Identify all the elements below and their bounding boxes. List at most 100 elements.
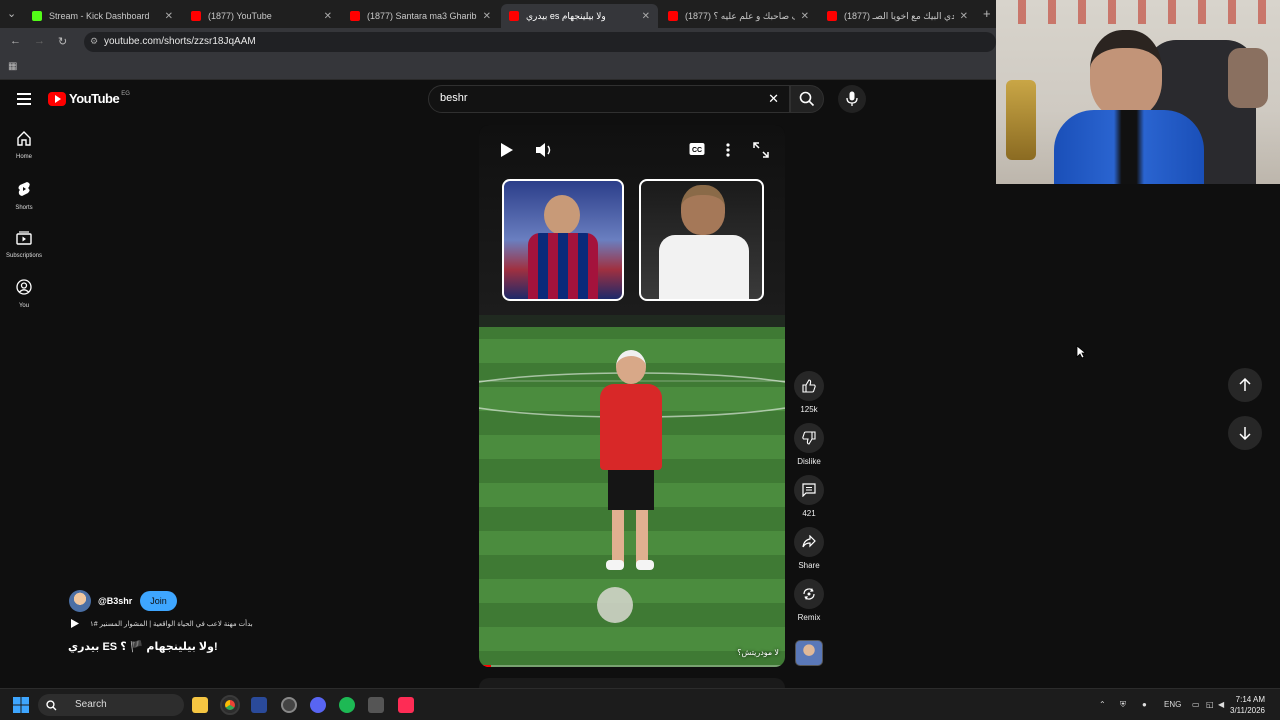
tab-title: (1877) تحدي البيك مع اخويا الصـ: [844, 10, 954, 21]
app-circle-icon[interactable]: [281, 697, 297, 713]
short-video-player[interactable]: CC لا مودريتش؟: [479, 125, 785, 667]
close-tab-icon[interactable]: ✕: [165, 11, 173, 22]
reload-icon[interactable]: ↻: [58, 35, 67, 48]
close-tab-icon[interactable]: ✕: [642, 11, 650, 22]
windows-start-icon[interactable]: [13, 697, 29, 713]
captions-button[interactable]: CC: [689, 142, 705, 161]
channel-handle[interactable]: @B3shr: [98, 596, 132, 606]
nav-home[interactable]: Home: [0, 131, 48, 160]
back-arrow-icon[interactable]: ←: [10, 35, 21, 47]
search-button[interactable]: [790, 85, 824, 113]
close-tab-icon[interactable]: ✕: [801, 11, 809, 22]
play-button[interactable]: [500, 142, 514, 163]
discord-icon[interactable]: [310, 697, 326, 713]
video-title: بيدري ES ولا بيلينجهام 🏴 ؟!: [68, 641, 218, 653]
share-button[interactable]: Share: [793, 527, 825, 570]
clock-time: 7:14 AM: [1235, 695, 1265, 704]
nav-you[interactable]: You: [0, 279, 48, 309]
tab-challenge[interactable]: (1877) تحدي البيك مع اخويا الصـ ✕: [819, 4, 976, 28]
nav-label: You: [18, 303, 30, 309]
more-vertical-icon: [726, 143, 730, 157]
clock-date: 3/11/2026: [1230, 706, 1265, 715]
search-icon: [46, 700, 57, 711]
clear-search-icon[interactable]: ✕: [768, 91, 779, 107]
volume-tray-icon[interactable]: ◀: [1218, 700, 1224, 709]
youtube-favicon-icon: [827, 11, 837, 21]
tab-shorts-active[interactable]: بيدري es ولا بيلينجهام ✕: [501, 4, 658, 28]
play-icon: [501, 143, 513, 157]
tray-overflow-icon[interactable]: ⌃: [1099, 700, 1106, 709]
fullscreen-button[interactable]: [753, 142, 769, 163]
input-language[interactable]: ENG: [1164, 700, 1181, 709]
system-clock[interactable]: 7:14 AM 3/11/2026: [1230, 694, 1265, 716]
like-button[interactable]: 125k: [793, 371, 825, 414]
you-icon: [16, 279, 32, 295]
next-short-preview[interactable]: [479, 678, 785, 688]
playlist-title: بدأت مهنة لاعب في الحياة الواقعية | المش…: [90, 620, 253, 628]
volume-icon: [536, 143, 551, 157]
player-photo-left: [502, 179, 624, 301]
tiktok-icon[interactable]: [398, 697, 414, 713]
menu-icon[interactable]: [17, 93, 31, 105]
dislike-button[interactable]: Dislike: [793, 423, 825, 466]
tab-youtube[interactable]: (1877) YouTube ✕: [183, 4, 340, 28]
search-input[interactable]: beshr ✕: [428, 85, 790, 113]
forward-arrow-icon[interactable]: →: [34, 35, 45, 47]
close-tab-icon[interactable]: ✕: [483, 11, 491, 22]
comments-button[interactable]: 421: [793, 475, 825, 518]
video-progress-bar[interactable]: [479, 665, 785, 667]
playlist-link[interactable]: بدأت مهنة لاعب في الحياة الواقعية | المش…: [70, 618, 253, 629]
nav-label: Subscriptions: [5, 253, 43, 259]
presenter-figure: [590, 350, 670, 580]
microphone-icon: [846, 91, 858, 106]
join-button[interactable]: Join: [140, 591, 177, 611]
play-icon: [71, 619, 79, 628]
youtube-play-icon: [48, 91, 66, 106]
bunting-decoration: [996, 0, 1280, 24]
nav-shorts[interactable]: Shorts: [0, 181, 48, 211]
spotify-icon[interactable]: [339, 697, 355, 713]
youtube-logo[interactable]: YouTube EG: [48, 91, 130, 106]
site-info-icon[interactable]: ⚙: [90, 36, 98, 47]
lantern-decoration: [1006, 80, 1036, 160]
country-code: EG: [121, 90, 130, 97]
previous-short-button[interactable]: [1228, 368, 1262, 402]
tab-kick[interactable]: Stream - Kick Dashboard ✕: [24, 4, 181, 28]
arrow-up-icon: [1239, 378, 1251, 391]
sound-thumbnail[interactable]: [795, 640, 823, 666]
obs-studio-icon[interactable]: [251, 697, 267, 713]
apps-grid-icon[interactable]: ▦: [8, 61, 17, 72]
network-icon[interactable]: ◱: [1206, 700, 1214, 709]
close-tab-icon[interactable]: ✕: [960, 11, 968, 22]
avatar[interactable]: [69, 590, 91, 612]
tab-friend[interactable]: (1877) إعرف صاحبك و علم عليه ؟ ✕: [660, 4, 817, 28]
security-icon[interactable]: ⛨: [1120, 700, 1126, 710]
streamer-body: [1054, 110, 1204, 184]
kick-favicon-icon: [32, 11, 42, 21]
chrome-icon[interactable]: [220, 695, 240, 715]
youtube-favicon-icon: [191, 11, 201, 21]
nav-subscriptions[interactable]: Subscriptions: [0, 230, 48, 259]
tab-title: Stream - Kick Dashboard: [49, 11, 150, 21]
microphone-tray-icon[interactable]: ●: [1142, 700, 1147, 709]
new-tab-button[interactable]: +: [983, 6, 991, 21]
search-value: beshr: [440, 92, 468, 104]
remix-button[interactable]: Remix: [793, 579, 825, 622]
next-short-button[interactable]: [1228, 416, 1262, 450]
tab-title: (1877) إعرف صاحبك و علم عليه ؟: [685, 10, 795, 21]
nav-label: Shorts: [15, 205, 33, 211]
tab-search-icon[interactable]: ⌄: [7, 7, 16, 20]
app-cube-icon[interactable]: [368, 697, 384, 713]
shorts-icon: [18, 182, 30, 196]
search-icon: [799, 91, 815, 107]
more-options-button[interactable]: [726, 142, 730, 163]
file-explorer-icon[interactable]: [192, 697, 208, 713]
voice-search-button[interactable]: [838, 85, 866, 113]
taskbar-search[interactable]: Search: [38, 694, 184, 716]
display-icon[interactable]: ▭: [1192, 700, 1200, 709]
volume-button[interactable]: [535, 142, 553, 163]
address-bar[interactable]: ⚙ youtube.com/shorts/zzsr18JqAAM: [84, 32, 996, 52]
tab-title: (1877) YouTube: [208, 11, 272, 21]
tab-santara[interactable]: (1877) Santara ma3 Gharib - Yo ✕: [342, 4, 499, 28]
close-tab-icon[interactable]: ✕: [324, 11, 332, 22]
